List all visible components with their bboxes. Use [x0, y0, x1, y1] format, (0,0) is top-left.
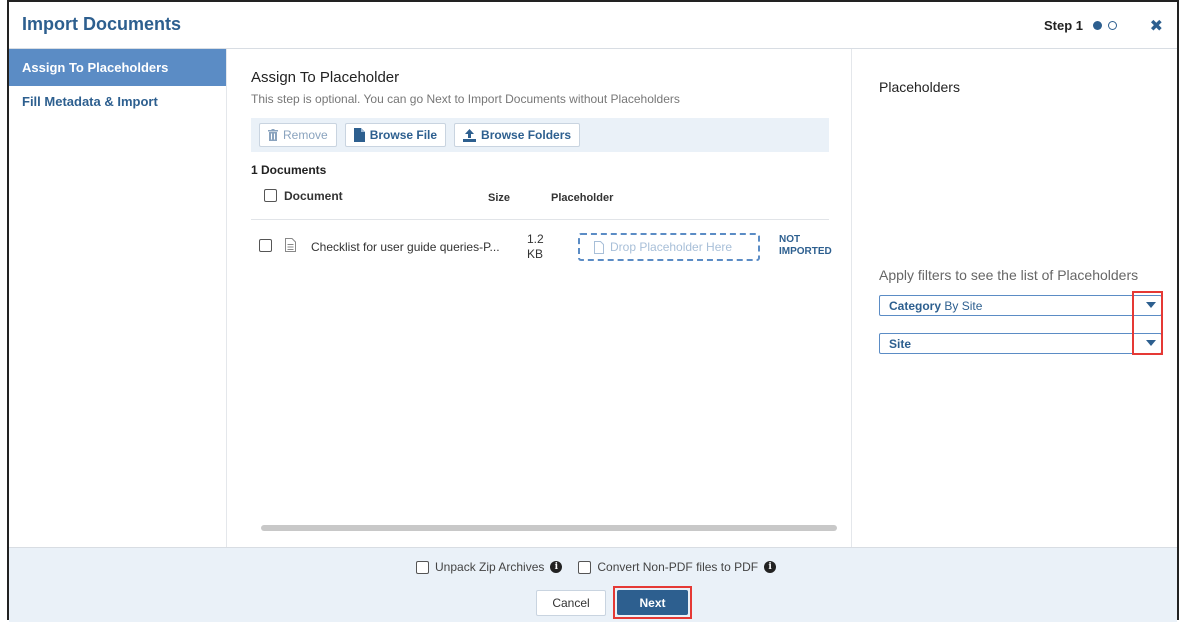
upload-icon [463, 128, 477, 142]
site-select[interactable]: Site [879, 333, 1162, 354]
close-icon[interactable]: ✖ [1150, 16, 1163, 36]
document-icon [285, 238, 296, 252]
file-size: 1.2 KB [527, 232, 544, 262]
column-header-document: Document [284, 189, 343, 203]
document-count: 1 Documents [251, 163, 327, 177]
file-name: Checklist for user guide queries-P... [311, 240, 500, 254]
remove-button[interactable]: Remove [259, 123, 337, 147]
next-button-highlight: Next [613, 586, 692, 619]
column-header-placeholder: Placeholder [551, 192, 614, 204]
browse-folders-button[interactable]: Browse Folders [454, 123, 581, 147]
status-line-2: IMPORTED [779, 246, 832, 257]
document-toolbar: Remove Browse File Browse Folders [251, 118, 829, 152]
remove-button-label: Remove [283, 128, 328, 142]
drop-zone-label: Drop Placeholder Here [610, 240, 733, 254]
dialog-header: Import Documents Step 1 ✖ [9, 2, 1177, 49]
file-size-unit: KB [527, 247, 544, 261]
sidebar-item-assign-to-placeholders[interactable]: Assign To Placeholders [9, 49, 226, 86]
import-status: NOT IMPORTED [779, 234, 832, 258]
steps-sidebar: Assign To Placeholders Fill Metadata & I… [9, 49, 227, 547]
info-icon[interactable]: i [550, 561, 563, 573]
unpack-zip-checkbox[interactable] [416, 560, 429, 574]
step-dot-active-icon [1093, 21, 1102, 30]
sidebar-item-fill-metadata[interactable]: Fill Metadata & Import [9, 86, 226, 118]
next-button[interactable]: Next [617, 590, 688, 615]
file-size-value: 1.2 [527, 232, 544, 246]
dropdown-highlight [1132, 291, 1163, 355]
step-label: Step 1 [1043, 18, 1083, 33]
category-select-value: By Site [944, 299, 983, 313]
cancel-button[interactable]: Cancel [536, 590, 606, 616]
column-header-size: Size [488, 192, 511, 204]
select-all-box[interactable] [264, 189, 277, 202]
convert-pdf-checkbox[interactable] [578, 560, 592, 574]
browse-file-label: Browse File [369, 128, 438, 142]
row-checkbox[interactable] [259, 239, 272, 252]
step-dot-inactive-icon [1108, 21, 1117, 30]
browse-file-button[interactable]: Browse File [344, 123, 447, 147]
placeholders-title: Placeholders [879, 79, 960, 95]
browse-folders-label: Browse Folders [481, 128, 572, 142]
import-options: Unpack Zip Archives i Convert Non-PDF fi… [416, 560, 777, 574]
panel-subtitle: This step is optional. You can go Next t… [251, 92, 680, 106]
blank-file-icon [594, 240, 604, 254]
assign-panel: Assign To Placeholder This step is optio… [227, 49, 850, 547]
step-indicator: Step 1 [1044, 18, 1117, 33]
info-icon[interactable]: i [764, 561, 777, 573]
select-all-checkbox[interactable] [264, 189, 277, 203]
convert-pdf-label: Convert Non-PDF files to PDF [597, 560, 759, 574]
status-line-1: NOT [779, 234, 801, 245]
panel-title: Assign To Placeholder [251, 69, 400, 86]
file-icon [353, 128, 365, 142]
placeholder-drop-zone[interactable]: Drop Placeholder Here [578, 233, 760, 261]
filter-hint: Apply filters to see the list of Placeho… [879, 267, 1139, 283]
dialog-title: Import Documents [22, 14, 182, 34]
site-select-label: Site [889, 337, 912, 351]
table-row: Checklist for user guide queries-P... 1.… [251, 229, 832, 265]
category-select-label: Category [889, 299, 942, 313]
horizontal-scrollbar[interactable] [261, 525, 837, 531]
unpack-zip-label: Unpack Zip Archives [435, 560, 545, 574]
category-select[interactable]: Category By Site [879, 295, 1162, 316]
header-divider [251, 219, 829, 220]
import-documents-dialog: Import Documents Step 1 ✖ Assign To Plac… [7, 0, 1179, 622]
dialog-footer: Unpack Zip Archives i Convert Non-PDF fi… [9, 547, 1177, 622]
trash-icon [268, 129, 278, 141]
